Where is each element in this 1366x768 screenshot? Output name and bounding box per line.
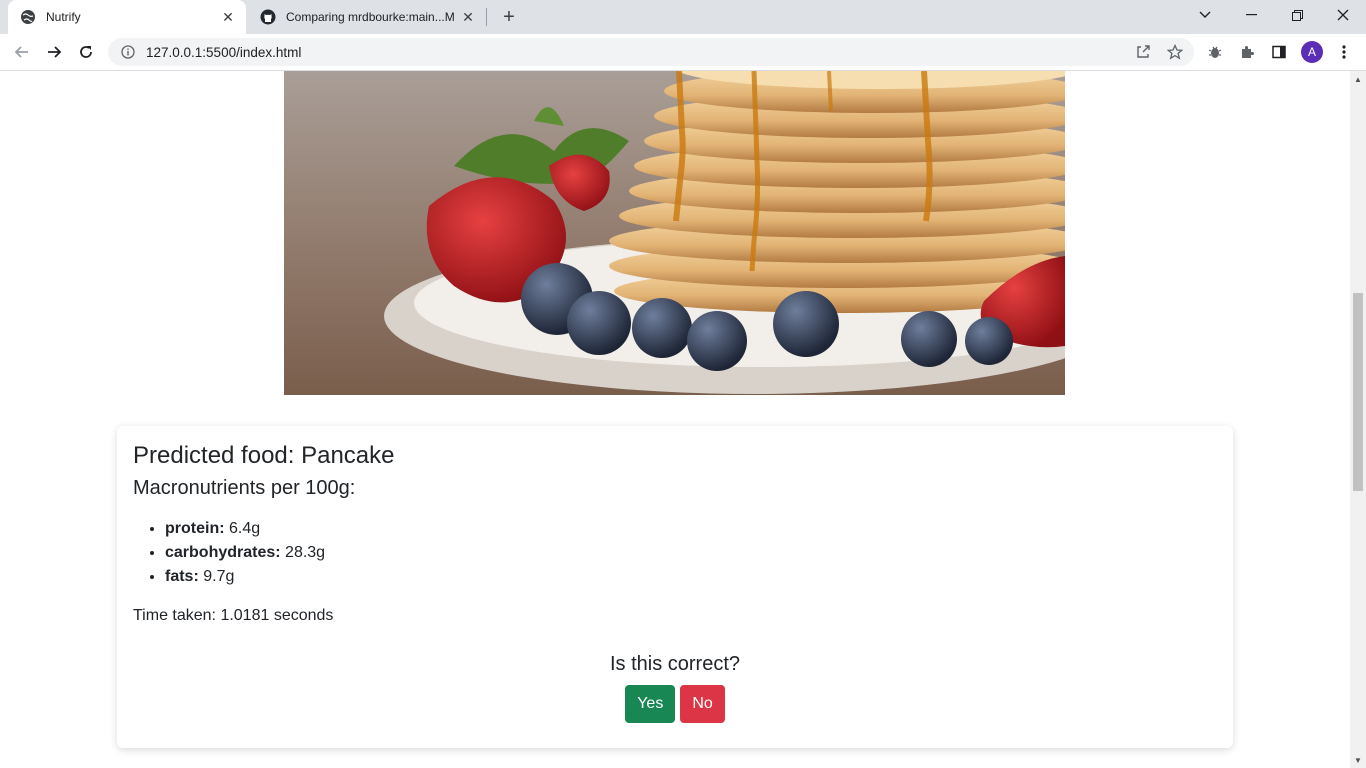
macro-name: carbohydrates:: [165, 544, 281, 561]
reload-icon[interactable]: [72, 38, 100, 66]
scroll-down-arrow-icon[interactable]: ▼: [1350, 754, 1366, 766]
list-item: fats: 9.7g: [165, 565, 1217, 589]
tab-nutrify[interactable]: Nutrify ✕: [8, 0, 246, 34]
browser-toolbar: 127.0.0.1:5500/index.html: [0, 34, 1366, 71]
macronutrients-heading: Macronutrients per 100g:: [133, 477, 356, 499]
yes-button[interactable]: Yes: [625, 685, 676, 723]
tab-separator: [486, 8, 487, 26]
github-icon: [260, 9, 276, 25]
scroll-up-arrow-icon[interactable]: ▲: [1350, 73, 1366, 85]
close-tab-icon[interactable]: ✕: [460, 9, 476, 25]
extensions-puzzle-icon[interactable]: [1234, 39, 1260, 65]
feedback-question: Is this correct?: [609, 653, 741, 675]
list-item: carbohydrates: 28.3g: [165, 541, 1217, 565]
tab-strip: Nutrify ✕ Comparing mrdbourke:main...M ✕…: [0, 0, 1366, 34]
tab-search-icon[interactable]: [1182, 0, 1228, 30]
feedback-buttons: Yes No: [117, 685, 1233, 723]
list-item: protein: 6.4g: [165, 517, 1217, 541]
url-text: 127.0.0.1:5500/index.html: [146, 44, 302, 60]
address-bar[interactable]: 127.0.0.1:5500/index.html: [108, 38, 1194, 66]
menu-kebab-icon[interactable]: [1331, 39, 1357, 65]
new-tab-icon[interactable]: +: [498, 6, 520, 28]
prediction-card: Predicted food: Pancake Macronutrients p…: [117, 426, 1233, 748]
back-icon[interactable]: [8, 38, 36, 66]
close-window-icon[interactable]: [1320, 0, 1366, 30]
time-taken: Time taken: 1.0181 seconds: [133, 607, 334, 624]
macro-value: 6.4g: [224, 520, 261, 537]
forward-icon[interactable]: [40, 38, 68, 66]
site-info-icon[interactable]: [120, 44, 136, 60]
bookmark-star-icon[interactable]: [1162, 39, 1188, 65]
macro-name: fats:: [165, 568, 199, 585]
food-image: [284, 71, 1065, 395]
macro-value: 9.7g: [198, 568, 235, 585]
close-tab-icon[interactable]: ✕: [220, 9, 236, 25]
scroll-thumb[interactable]: [1353, 293, 1363, 491]
tab-title: Comparing mrdbourke:main...M: [286, 10, 455, 24]
restore-icon[interactable]: [1274, 0, 1320, 30]
side-panel-icon[interactable]: [1266, 39, 1292, 65]
page-viewport: Predicted food: Pancake Macronutrients p…: [0, 71, 1350, 768]
tab-github-compare[interactable]: Comparing mrdbourke:main...M ✕: [248, 0, 486, 34]
minimize-icon[interactable]: [1228, 0, 1274, 30]
extension-bug-icon[interactable]: [1202, 39, 1228, 65]
no-button[interactable]: No: [680, 685, 725, 723]
macro-name: protein:: [165, 520, 225, 537]
profile-avatar[interactable]: A: [1301, 41, 1323, 63]
predicted-food-title: Predicted food: Pancake: [133, 442, 395, 469]
globe-icon: [20, 9, 36, 25]
page-scrollbar[interactable]: ▲ ▼: [1350, 71, 1366, 768]
share-icon[interactable]: [1130, 39, 1156, 65]
macro-value: 28.3g: [280, 544, 326, 561]
macronutrients-list: protein: 6.4g carbohydrates: 28.3g fats:…: [133, 517, 1217, 589]
tab-title: Nutrify: [46, 10, 81, 24]
